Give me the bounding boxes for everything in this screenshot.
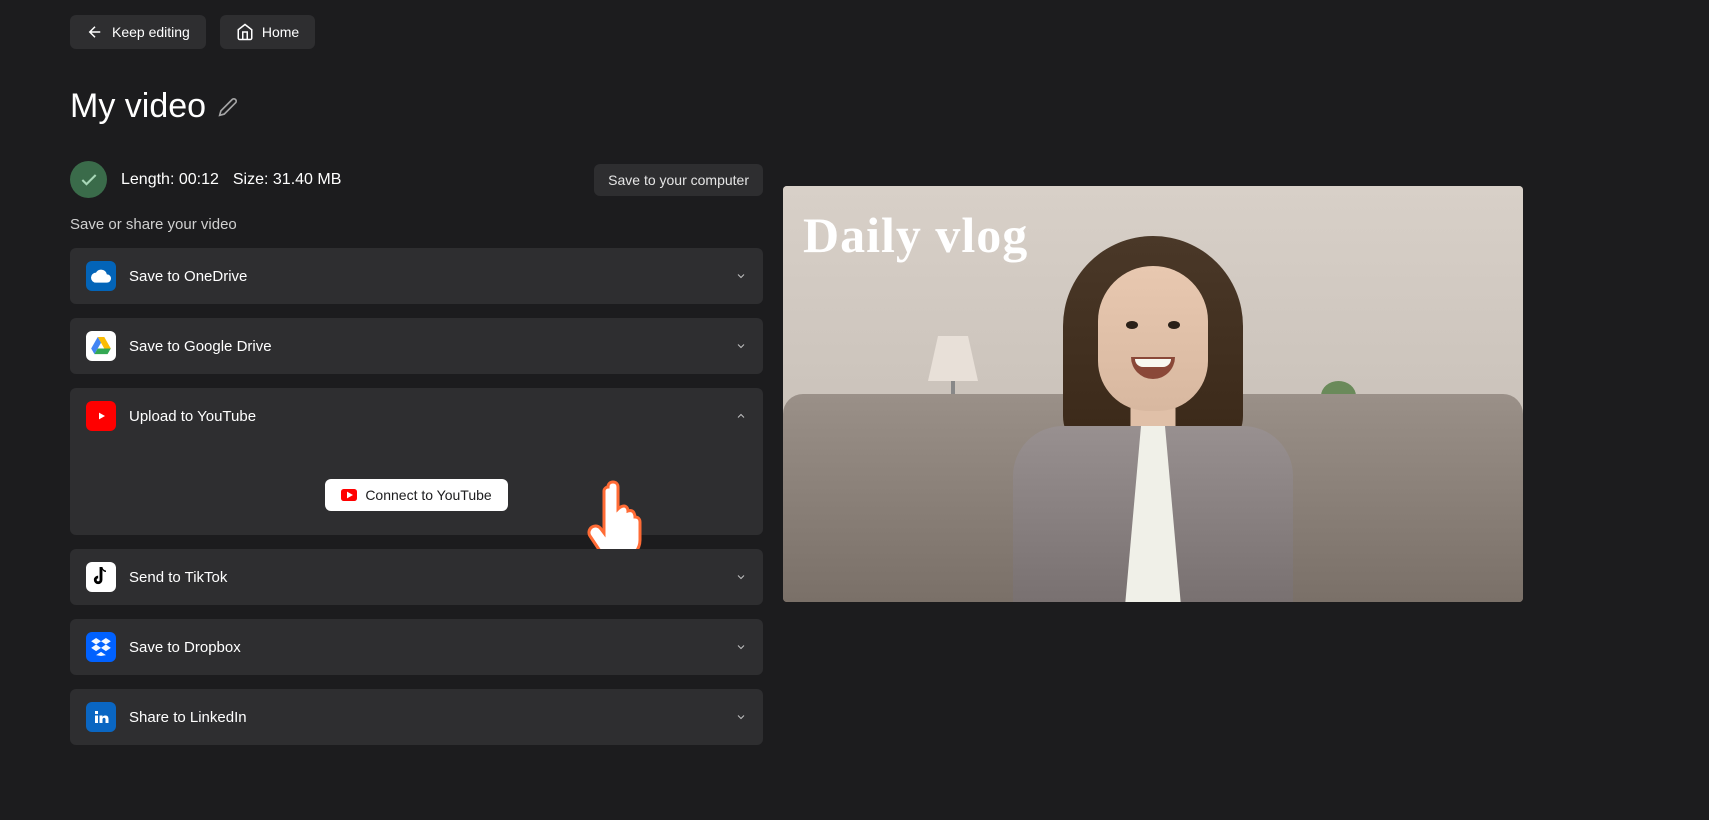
top-nav: Keep editing Home [70,15,763,49]
title-row: My video [70,87,763,126]
share-item-onedrive[interactable]: Save to OneDrive [70,248,763,304]
onedrive-label: Save to OneDrive [129,268,722,285]
video-title: My video [70,87,206,126]
chevron-down-icon [735,270,747,282]
video-info-row: Length: 00:12 Size: 31.40 MB Save to you… [70,161,763,198]
share-item-linkedin[interactable]: Share to LinkedIn [70,689,763,745]
chevron-down-icon [735,641,747,653]
success-badge [70,161,107,198]
youtube-icon [86,401,116,431]
check-icon [79,170,99,190]
edit-icon[interactable] [218,97,238,117]
connect-area: Connect to YouTube [86,479,747,511]
keep-editing-button[interactable]: Keep editing [70,15,206,49]
connect-youtube-button[interactable]: Connect to YouTube [325,479,507,511]
gdrive-icon [86,331,116,361]
preview-overlay-title: Daily vlog [803,206,1028,264]
dropbox-icon [86,632,116,662]
home-icon [236,23,254,41]
gdrive-label: Save to Google Drive [129,338,722,355]
chevron-down-icon [735,340,747,352]
video-preview[interactable]: Daily vlog [783,186,1523,602]
share-item-dropbox[interactable]: Save to Dropbox [70,619,763,675]
tiktok-icon [86,562,116,592]
share-item-youtube[interactable]: Upload to YouTube Connect to YouTube [70,388,763,535]
home-button[interactable]: Home [220,15,315,49]
tiktok-label: Send to TikTok [129,569,722,586]
youtube-small-icon [341,489,357,501]
linkedin-icon [86,702,116,732]
share-item-tiktok[interactable]: Send to TikTok [70,549,763,605]
dropbox-label: Save to Dropbox [129,639,722,656]
connect-youtube-label: Connect to YouTube [365,487,491,503]
keep-editing-label: Keep editing [112,24,190,40]
video-length: Length: 00:12 [121,171,219,189]
youtube-label: Upload to YouTube [129,408,722,425]
share-section-label: Save or share your video [70,216,763,233]
share-list: Save to OneDrive Save to Google Drive Up… [70,248,763,745]
share-item-gdrive[interactable]: Save to Google Drive [70,318,763,374]
chevron-up-icon [735,410,747,422]
save-to-computer-button[interactable]: Save to your computer [594,164,763,196]
onedrive-icon [86,261,116,291]
home-label: Home [262,24,299,40]
linkedin-label: Share to LinkedIn [129,709,722,726]
arrow-left-icon [86,23,104,41]
chevron-down-icon [735,571,747,583]
video-size: Size: 31.40 MB [233,171,342,189]
chevron-down-icon [735,711,747,723]
